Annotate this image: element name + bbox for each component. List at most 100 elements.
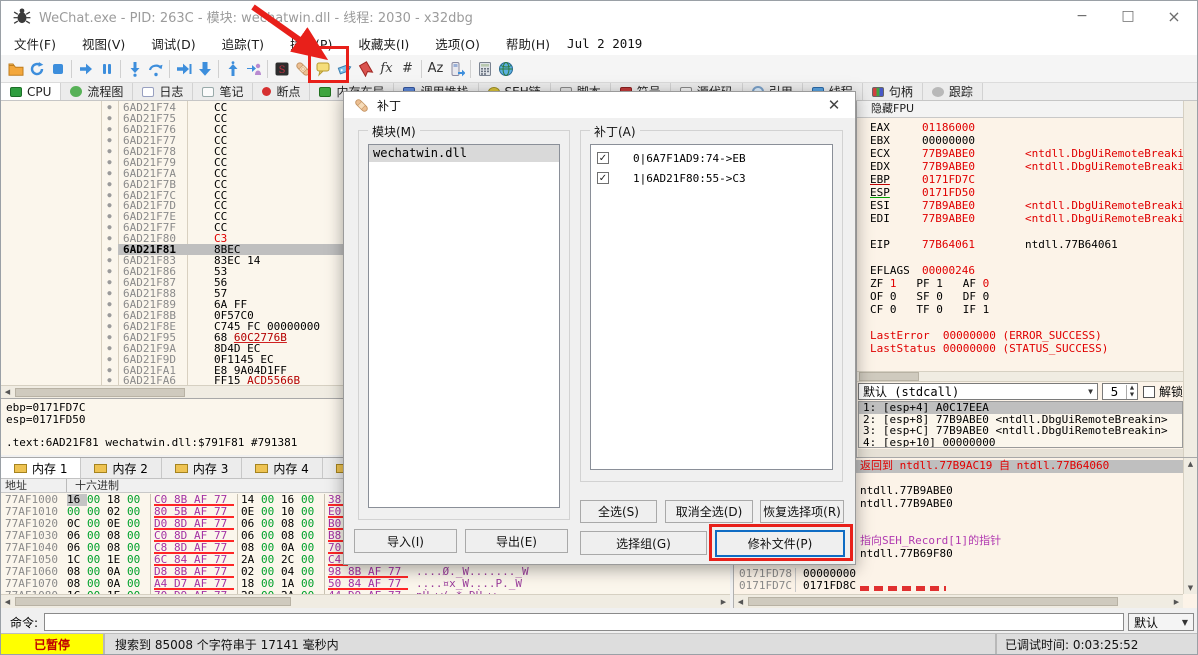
restore-selected-button[interactable]: 恢复选择项(R) bbox=[760, 500, 844, 523]
dump-tab[interactable]: 内存 1 bbox=[1, 458, 82, 478]
registers-panel[interactable]: 隐藏FPU EAX 01186000 EBX 00000000 ECX 77B9AB… bbox=[856, 101, 1197, 457]
view-tab[interactable]: 流程图 bbox=[61, 83, 134, 100]
patch-checkbox[interactable] bbox=[597, 172, 609, 184]
command-input[interactable] bbox=[44, 613, 1124, 631]
step-over-button[interactable] bbox=[145, 57, 166, 81]
calculator-button[interactable] bbox=[474, 57, 495, 81]
stack-hscrollbar[interactable]: ◀ ▶ bbox=[734, 594, 1183, 608]
dump-tab[interactable]: 内存 3 bbox=[161, 458, 243, 478]
import-button[interactable]: 导入(I) bbox=[354, 529, 457, 553]
dump-tab[interactable]: 内存 2 bbox=[81, 458, 162, 478]
arg-count-stepper[interactable]: 5 ▲ ▼ bbox=[1101, 383, 1138, 400]
menu-item[interactable]: 调试(D) bbox=[138, 34, 208, 53]
deselect-all-button[interactable]: 取消全选(D) bbox=[665, 500, 753, 523]
dialog-close-icon[interactable]: ✕ bbox=[823, 94, 845, 116]
view-tab[interactable]: 断点 bbox=[253, 83, 311, 100]
menu-item[interactable]: 收藏夹(I) bbox=[345, 34, 422, 53]
text-seg: ● bbox=[107, 365, 112, 374]
close-button[interactable]: × bbox=[1151, 1, 1197, 31]
view-tab[interactable]: 笔记 bbox=[193, 83, 254, 100]
text-seg: <ntdll.DbgUiRemoteBreakin> bbox=[1025, 212, 1183, 225]
unlock-checkbox[interactable] bbox=[1142, 385, 1155, 398]
unlock-checkbox-row[interactable]: 解锁 bbox=[1142, 383, 1183, 400]
skip-next-button[interactable] bbox=[194, 57, 215, 81]
stack-value: 0171FD8C bbox=[803, 579, 856, 592]
dump-tab[interactable]: 内存 4 bbox=[242, 458, 323, 478]
run-button[interactable] bbox=[75, 57, 96, 81]
step-into-button[interactable] bbox=[124, 57, 145, 81]
stack-row[interactable]: 0171FD7C 0171FD8C bbox=[734, 580, 857, 592]
text-seg: 1 bbox=[889, 277, 897, 290]
scroll-right-icon[interactable]: ▶ bbox=[1170, 598, 1183, 606]
hash-button[interactable]: # bbox=[397, 57, 418, 81]
export-button[interactable]: 导出(E) bbox=[465, 529, 568, 553]
attach-button[interactable] bbox=[446, 57, 467, 81]
text-seg: 0171FD7C bbox=[922, 173, 975, 186]
stepper-arrows-icon[interactable]: ▲ ▼ bbox=[1125, 384, 1137, 399]
menu-item[interactable]: 文件(F) bbox=[1, 34, 69, 53]
scroll-left-icon[interactable]: ◀ bbox=[1, 598, 14, 606]
scroll-down-icon[interactable]: ▼ bbox=[1184, 584, 1197, 592]
menu-item[interactable]: 视图(V) bbox=[69, 34, 138, 53]
scroll-thumb[interactable] bbox=[859, 372, 919, 381]
scroll-right-icon[interactable]: ▶ bbox=[717, 598, 730, 606]
text-seg: 77B9ABE0 bbox=[922, 199, 975, 212]
text-seg: ntdll.77B69F80 bbox=[860, 546, 953, 560]
scroll-up-icon[interactable]: ▲ bbox=[1184, 460, 1197, 468]
module-list-item[interactable]: wechatwin.dll bbox=[369, 145, 559, 162]
select-all-button[interactable]: 全选(S) bbox=[580, 500, 657, 523]
maximize-button[interactable]: □ bbox=[1105, 1, 1151, 31]
scroll-thumb[interactable] bbox=[15, 597, 291, 606]
scroll-left-icon[interactable]: ◀ bbox=[1, 388, 14, 396]
text-seg bbox=[1, 124, 101, 135]
stack-vscrollbar[interactable]: ▲ ▼ bbox=[1183, 458, 1197, 594]
minimize-button[interactable]: − bbox=[1059, 1, 1105, 31]
view-tab[interactable]: 日志 bbox=[133, 83, 194, 100]
code-line: EBP 0171FD7C bbox=[857, 173, 1183, 186]
patch-checkbox[interactable] bbox=[597, 152, 609, 164]
text-az-button[interactable]: Az bbox=[425, 57, 446, 81]
text-seg bbox=[1, 299, 101, 310]
text-seg: ● bbox=[107, 168, 112, 177]
text-seg: ● bbox=[107, 299, 112, 308]
text-seg: ● bbox=[107, 223, 112, 232]
view-tab[interactable]: CPU bbox=[1, 83, 62, 100]
open-file-button[interactable] bbox=[5, 57, 26, 81]
annotation-box-patch-file-button bbox=[709, 524, 853, 561]
patch-list-item[interactable]: 1|6AD21F80:55->C3 bbox=[591, 168, 832, 188]
patch-list-item[interactable]: 0|6A7F1AD9:74->EB bbox=[591, 148, 832, 168]
functions-button[interactable]: fx bbox=[376, 57, 397, 81]
registers-vscrollbar[interactable] bbox=[1183, 101, 1197, 457]
restart-button[interactable] bbox=[26, 57, 47, 81]
text-seg: 6AD21F95 bbox=[123, 330, 176, 344]
text-seg: 4: [esp+10] 00000000 bbox=[863, 435, 996, 448]
registers-hscrollbar[interactable] bbox=[857, 371, 1183, 382]
view-tab[interactable]: 跟踪 bbox=[922, 83, 983, 100]
calling-convention-select[interactable]: 默认 (stdcall) ▼ bbox=[858, 383, 1098, 400]
bookmarks-button[interactable] bbox=[355, 57, 376, 81]
scroll-left-icon[interactable]: ◀ bbox=[734, 598, 747, 606]
dump-hscrollbar[interactable]: ◀ ▶ bbox=[1, 594, 730, 608]
run-to-selection-button[interactable] bbox=[173, 57, 194, 81]
text-seg bbox=[1, 310, 101, 321]
scroll-thumb[interactable] bbox=[15, 387, 185, 397]
arguments-hscrollbar[interactable] bbox=[858, 449, 1183, 457]
command-profile-select[interactable]: 默认 ▼ bbox=[1128, 613, 1194, 631]
text-seg: ● bbox=[107, 135, 112, 144]
text-seg: EBX bbox=[870, 134, 897, 147]
modules-list[interactable]: wechatwin.dll bbox=[368, 144, 560, 508]
menu-item[interactable]: 选项(O) bbox=[422, 34, 493, 53]
menu-bar: 文件(F) 视图(V) 调试(D) 追踪(T) 插件(P) 收藏夹(I) 选项(O) 帮助(H… bbox=[1, 31, 1197, 55]
pause-button[interactable] bbox=[96, 57, 117, 81]
select-group-button[interactable]: 选择组(G) bbox=[580, 531, 707, 555]
text-seg bbox=[870, 355, 877, 368]
patches-list[interactable]: 0|6A7F1AD9:74->EB 1|6AD21F80:55->C3 bbox=[590, 144, 833, 470]
code-line: ESI 77B9ABE0 <ntdll.DbgUiRemoteBreakin> bbox=[857, 199, 1183, 212]
stop-button[interactable] bbox=[47, 57, 68, 81]
text-seg: EAX bbox=[870, 121, 897, 134]
globe-button[interactable] bbox=[495, 57, 516, 81]
hide-fpu-button[interactable]: 隐藏FPU bbox=[857, 101, 1197, 118]
scroll-thumb[interactable] bbox=[748, 597, 1118, 606]
menu-item[interactable]: 帮助(H) bbox=[493, 34, 563, 53]
view-tab[interactable]: 句柄 bbox=[862, 83, 923, 100]
